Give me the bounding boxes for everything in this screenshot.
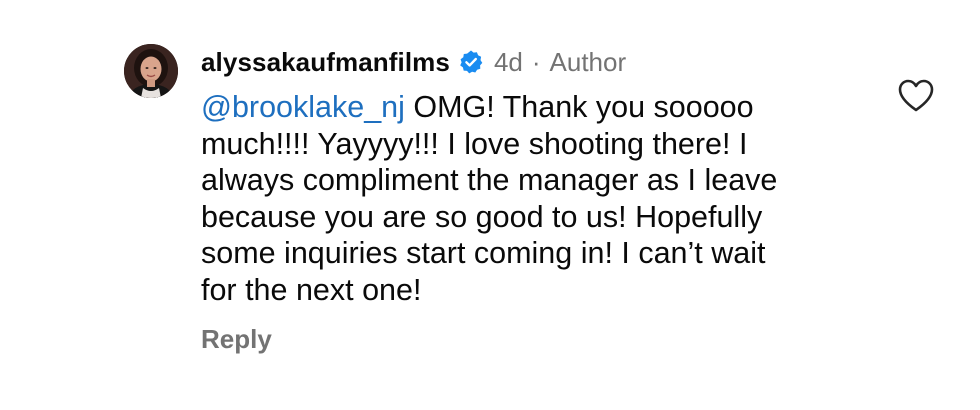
comment-line-2: much!!!! Yayyyy!!! I love shooting there… <box>201 126 748 161</box>
comment-time: 4d <box>493 46 523 77</box>
comment-line-3: always compliment the manager as I leave <box>201 163 778 197</box>
mention-link[interactable]: @brooklake_nj <box>201 90 405 124</box>
comment-line-4: because you are so good to us! Hopefully <box>201 199 763 234</box>
next-comment-peek <box>201 396 331 410</box>
reply-button[interactable]: Reply <box>201 324 272 355</box>
comment-line-1-text: OMG! Thank you sooooo <box>404 90 754 124</box>
username[interactable]: alyssakaufmanfilms <box>201 47 450 78</box>
comment-line-6: for the next one! <box>201 272 422 307</box>
avatar[interactable] <box>124 44 178 98</box>
meta-separator: · <box>531 46 541 77</box>
comment-line-1: @brooklake_nj OMG! Thank you sooooo <box>201 89 851 126</box>
comment: alyssakaufmanfilms 4d · Author @brooklak… <box>0 0 980 403</box>
verified-badge-icon <box>458 49 484 75</box>
comment-header: alyssakaufmanfilms 4d · Author <box>201 42 626 82</box>
comment-text: @brooklake_nj OMG! Thank you sooooo much… <box>201 89 851 308</box>
comment-line-5: some inquiries start coming in! I can’t … <box>201 236 766 270</box>
heart-outline-icon[interactable] <box>897 78 935 114</box>
avatar-photo <box>124 44 178 98</box>
author-label: Author <box>549 46 627 77</box>
